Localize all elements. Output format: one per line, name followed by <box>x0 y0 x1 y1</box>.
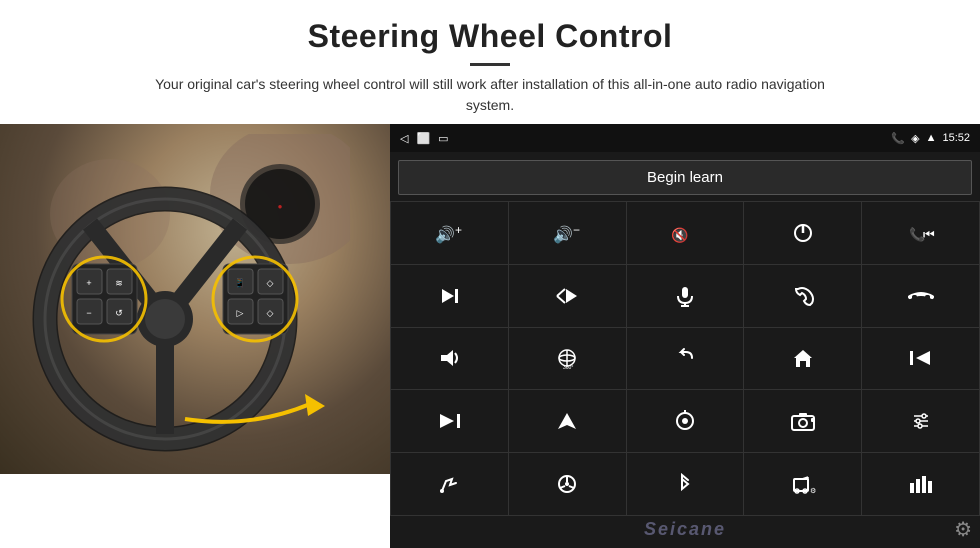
page-title: Steering Wheel Control <box>60 18 920 55</box>
nav-icons: ◁ ⬜ ▭ <box>400 132 449 145</box>
svg-text:+: + <box>455 223 462 237</box>
svg-text:●: ● <box>278 202 283 211</box>
status-icons: 📞 ◈ ▲ 15:52 <box>891 132 970 145</box>
svg-text:−: − <box>86 308 91 318</box>
vol-down-button[interactable]: 🔊− <box>509 202 626 264</box>
power-button[interactable] <box>744 202 861 264</box>
mute-button[interactable]: 🔇 <box>627 202 744 264</box>
android-panel: ◁ ⬜ ▭ 📞 ◈ ▲ 15:52 Begin learn <box>390 124 980 516</box>
settings-gear-icon[interactable]: ⚙ <box>954 517 972 542</box>
back-button[interactable] <box>627 328 744 390</box>
svg-text:+: + <box>86 278 91 288</box>
call-prev-button[interactable]: 📞 ⏮ <box>862 202 979 264</box>
steering-wheel-image: ● + ≋ − ↺ <box>0 124 390 474</box>
svg-text:🔇: 🔇 <box>671 227 688 244</box>
svg-text:◇: ◇ <box>267 278 274 288</box>
draw-button[interactable] <box>391 453 508 515</box>
mic-button[interactable] <box>627 265 744 327</box>
navigate-button[interactable] <box>509 390 626 452</box>
home-nav-icon[interactable]: ⬜ <box>416 132 430 145</box>
wifi-status-icon: ▲ <box>926 132 937 144</box>
svg-text:≋: ≋ <box>115 278 123 288</box>
fast-forward-button[interactable] <box>391 390 508 452</box>
hang-up-button[interactable] <box>862 265 979 327</box>
recent-nav-icon[interactable]: ▭ <box>438 132 448 145</box>
title-divider <box>470 63 510 66</box>
begin-learn-button[interactable]: Begin learn <box>398 160 972 195</box>
back-nav-icon[interactable]: ◁ <box>400 132 408 145</box>
announce-button[interactable] <box>391 328 508 390</box>
svg-text:🔊: 🔊 <box>435 225 455 244</box>
next-track-button[interactable] <box>391 265 508 327</box>
svg-text:⏮: ⏮ <box>923 227 935 242</box>
head-unit-panel: ◁ ⬜ ▭ 📞 ◈ ▲ 15:52 Begin learn <box>390 124 980 548</box>
svg-text:↺: ↺ <box>115 308 123 318</box>
svg-text:⚙: ⚙ <box>810 487 816 495</box>
call-button[interactable] <box>744 265 861 327</box>
content-area: ● + ≋ − ↺ <box>0 124 980 548</box>
svg-text:−: − <box>573 223 580 237</box>
vol-up-button[interactable]: 🔊+ <box>391 202 508 264</box>
svg-text:◇: ◇ <box>267 308 274 318</box>
svg-text:▷: ▷ <box>237 308 244 318</box>
steering-wheel-svg: ● + ≋ − ↺ <box>10 134 350 464</box>
svg-text:📱: 📱 <box>234 277 245 288</box>
rewind-button[interactable] <box>862 328 979 390</box>
phone-status-icon: 📞 <box>891 132 905 145</box>
status-bar: ◁ ⬜ ▭ 📞 ◈ ▲ 15:52 <box>390 124 980 152</box>
music-button[interactable]: ⚙ <box>744 453 861 515</box>
svg-text:🔊: 🔊 <box>553 225 573 244</box>
home-button[interactable] <box>744 328 861 390</box>
camera-button[interactable] <box>744 390 861 452</box>
spectrum-button[interactable] <box>862 453 979 515</box>
view-360-button[interactable]: 360° <box>509 328 626 390</box>
svg-text:360°: 360° <box>563 365 573 369</box>
clock: 15:52 <box>942 132 970 144</box>
bottom-bar: Seicane ⚙ <box>390 516 980 548</box>
page: Steering Wheel Control Your original car… <box>0 0 980 548</box>
source-button[interactable] <box>627 390 744 452</box>
subtitle-text: Your original car's steering wheel contr… <box>140 74 840 116</box>
steering-control-button[interactable] <box>509 453 626 515</box>
location-status-icon: ◈ <box>911 132 919 145</box>
watermark-text: Seicane <box>644 519 726 540</box>
begin-learn-row: Begin learn <box>390 152 980 201</box>
header: Steering Wheel Control Your original car… <box>0 0 980 124</box>
skip-ff-button[interactable] <box>509 265 626 327</box>
bluetooth-button[interactable] <box>627 453 744 515</box>
equalizer-button[interactable] <box>862 390 979 452</box>
controls-grid: 🔊+ 🔊− 🔇 <box>390 201 980 516</box>
